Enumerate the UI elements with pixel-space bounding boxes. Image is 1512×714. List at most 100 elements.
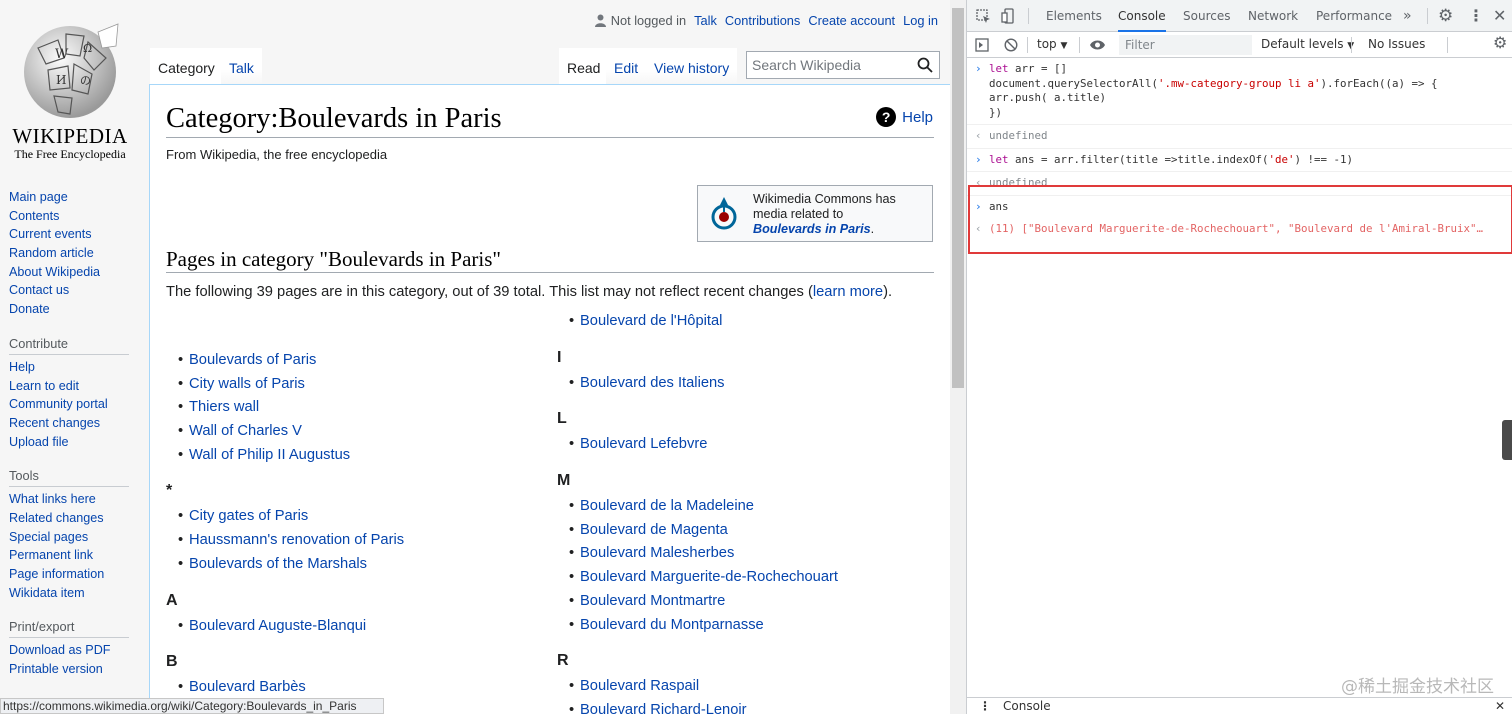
- sidebar-item-printable-version[interactable]: Printable version: [9, 660, 134, 679]
- console-code: let ans = arr.filter(title =>title.index…: [989, 152, 1354, 166]
- page-link[interactable]: Boulevard Marguerite-de-Rochechouart: [580, 569, 838, 585]
- page-scrollbar-thumb[interactable]: [952, 8, 964, 388]
- sidebar-item-contact[interactable]: Contact us: [9, 281, 134, 300]
- page-link[interactable]: Wall of Charles V: [189, 423, 302, 439]
- page-title: Category:Boulevards in Paris: [166, 101, 934, 138]
- sidebar-item-main-page[interactable]: Main page: [9, 188, 134, 207]
- tab-performance[interactable]: Performance: [1316, 0, 1392, 32]
- list-item: Boulevard de l'Hôpital: [568, 310, 838, 334]
- sidebar-item-learn-to-edit[interactable]: Learn to edit: [9, 377, 134, 396]
- context-selector[interactable]: top ▼: [1037, 37, 1067, 51]
- page-link[interactable]: Boulevard de l'Hôpital: [580, 313, 722, 329]
- drawer-close-icon[interactable]: ✕: [1495, 698, 1505, 714]
- toolbar-divider: [1079, 37, 1080, 53]
- more-tabs-icon[interactable]: »: [1403, 0, 1412, 32]
- sidebar-item-upload-file[interactable]: Upload file: [9, 433, 134, 452]
- page-link[interactable]: City walls of Paris: [189, 376, 305, 392]
- tab-console[interactable]: Console: [1118, 0, 1166, 32]
- log-levels-dropdown[interactable]: Default levels ▼: [1261, 37, 1354, 51]
- filter-input[interactable]: Filter: [1119, 35, 1252, 55]
- contributions-link[interactable]: Contributions: [725, 13, 800, 28]
- sidebar-item-related-changes[interactable]: Related changes: [9, 509, 134, 528]
- sidebar-item-about[interactable]: About Wikipedia: [9, 263, 134, 282]
- page-link[interactable]: Haussmann's renovation of Paris: [189, 532, 404, 548]
- top-bar: Not logged in Talk Contributions Create …: [150, 0, 950, 84]
- page-link[interactable]: Boulevard Lefebvre: [580, 436, 707, 452]
- inspect-element-icon[interactable]: [976, 9, 991, 24]
- sidebar-item-wikidata-item[interactable]: Wikidata item: [9, 584, 134, 603]
- tab-read[interactable]: Read: [559, 48, 609, 84]
- commons-link-line: Boulevards in Paris.: [753, 222, 932, 237]
- sidebar-item-community-portal[interactable]: Community portal: [9, 395, 134, 414]
- list-item: Boulevard Malesherbes: [568, 542, 838, 566]
- page-link[interactable]: Boulevard du Montparnasse: [580, 617, 764, 633]
- sidebar-item-what-links-here[interactable]: What links here: [9, 490, 134, 509]
- personal-talk-link[interactable]: Talk: [694, 13, 717, 28]
- page-link[interactable]: City gates of Paris: [189, 508, 308, 524]
- tab-network[interactable]: Network: [1248, 0, 1298, 32]
- tab-elements[interactable]: Elements: [1046, 0, 1102, 32]
- sidebar-item-page-information[interactable]: Page information: [9, 565, 134, 584]
- search-icon[interactable]: [917, 57, 933, 73]
- close-icon[interactable]: ✕: [1493, 6, 1506, 25]
- sidebar-item-permanent-link[interactable]: Permanent link: [9, 546, 134, 565]
- page-link[interactable]: Thiers wall: [189, 399, 259, 415]
- console-input-line: › let arr = [] document.querySelectorAll(…: [967, 58, 1512, 125]
- learn-more-link[interactable]: learn more: [813, 284, 883, 300]
- context-label: top: [1037, 37, 1057, 51]
- wikipedia-logo[interactable]: W Ω И の WIKIPEDIA The Free Encyclopedia: [10, 18, 130, 161]
- drawer-tab-console[interactable]: Console: [1003, 698, 1051, 714]
- side-handle[interactable]: [1502, 420, 1512, 460]
- drawer-menu-icon[interactable]: ⋮: [979, 698, 991, 714]
- tab-sources[interactable]: Sources: [1183, 0, 1230, 32]
- user-icon: [594, 14, 606, 27]
- device-toolbar-icon[interactable]: [1001, 8, 1017, 24]
- live-expression-eye-icon[interactable]: [1089, 39, 1106, 51]
- tab-view-history[interactable]: View history: [646, 48, 738, 84]
- issues-counter[interactable]: No Issues: [1368, 37, 1425, 51]
- page-link[interactable]: Boulevard de la Madeleine: [580, 498, 754, 514]
- sidebar-item-contents[interactable]: Contents: [9, 207, 134, 226]
- page-link[interactable]: Boulevard des Italiens: [580, 375, 725, 391]
- list-item: Boulevard Richard-Lenoir: [568, 699, 838, 714]
- page-link[interactable]: Boulevard Montmartre: [580, 593, 725, 609]
- settings-gear-icon[interactable]: ⚙: [1438, 6, 1453, 26]
- sidebar-item-donate[interactable]: Donate: [9, 300, 134, 319]
- page-link[interactable]: Boulevard Barbès: [189, 679, 306, 695]
- kebab-menu-icon[interactable]: ⋮: [1468, 6, 1484, 25]
- summary-end: ).: [883, 284, 893, 300]
- page-link[interactable]: Boulevard Richard-Lenoir: [580, 702, 747, 714]
- tab-talk[interactable]: Talk: [221, 48, 262, 84]
- page-scrollbar[interactable]: [950, 0, 966, 714]
- group-heading-i: I: [557, 348, 562, 366]
- sidebar-item-current-events[interactable]: Current events: [9, 225, 134, 244]
- tab-category[interactable]: Category: [150, 48, 223, 84]
- help-link[interactable]: ? Help: [876, 107, 933, 127]
- tab-divider: [1028, 8, 1029, 24]
- sidebar-item-special-pages[interactable]: Special pages: [9, 528, 134, 547]
- page-link[interactable]: Boulevard Malesherbes: [580, 545, 734, 561]
- create-account-link[interactable]: Create account: [808, 13, 895, 28]
- page-link[interactable]: Boulevards of Paris: [189, 352, 316, 368]
- search-input[interactable]: Search Wikipedia: [746, 51, 940, 79]
- console-input-line: › let ans = arr.filter(title =>title.inde…: [967, 149, 1512, 172]
- sidebar: Main page Contents Current events Random…: [9, 188, 134, 679]
- clear-console-icon[interactable]: [1004, 38, 1018, 52]
- console-settings-gear-icon[interactable]: ⚙: [1493, 33, 1507, 52]
- group-heading-l: L: [557, 410, 567, 428]
- log-in-link[interactable]: Log in: [903, 13, 938, 28]
- page-link[interactable]: Boulevards of the Marshals: [189, 556, 367, 572]
- chevron-down-icon: ▼: [1060, 41, 1068, 51]
- sidebar-item-help[interactable]: Help: [9, 358, 134, 377]
- sidebar-item-download-pdf[interactable]: Download as PDF: [9, 641, 134, 660]
- page-link[interactable]: Boulevard Auguste-Blanqui: [189, 618, 366, 634]
- commons-link[interactable]: Boulevards in Paris: [753, 222, 871, 236]
- page-link[interactable]: Wall of Philip II Augustus: [189, 447, 350, 463]
- sidebar-item-random-article[interactable]: Random article: [9, 244, 134, 263]
- page-link[interactable]: Boulevard de Magenta: [580, 522, 728, 538]
- sidebar-toggle-icon[interactable]: [975, 38, 989, 52]
- tab-edit[interactable]: Edit: [606, 48, 647, 84]
- sidebar-item-recent-changes[interactable]: Recent changes: [9, 414, 134, 433]
- summary-text: The following 39 pages are in this categ…: [166, 284, 813, 300]
- page-link[interactable]: Boulevard Raspail: [580, 678, 699, 694]
